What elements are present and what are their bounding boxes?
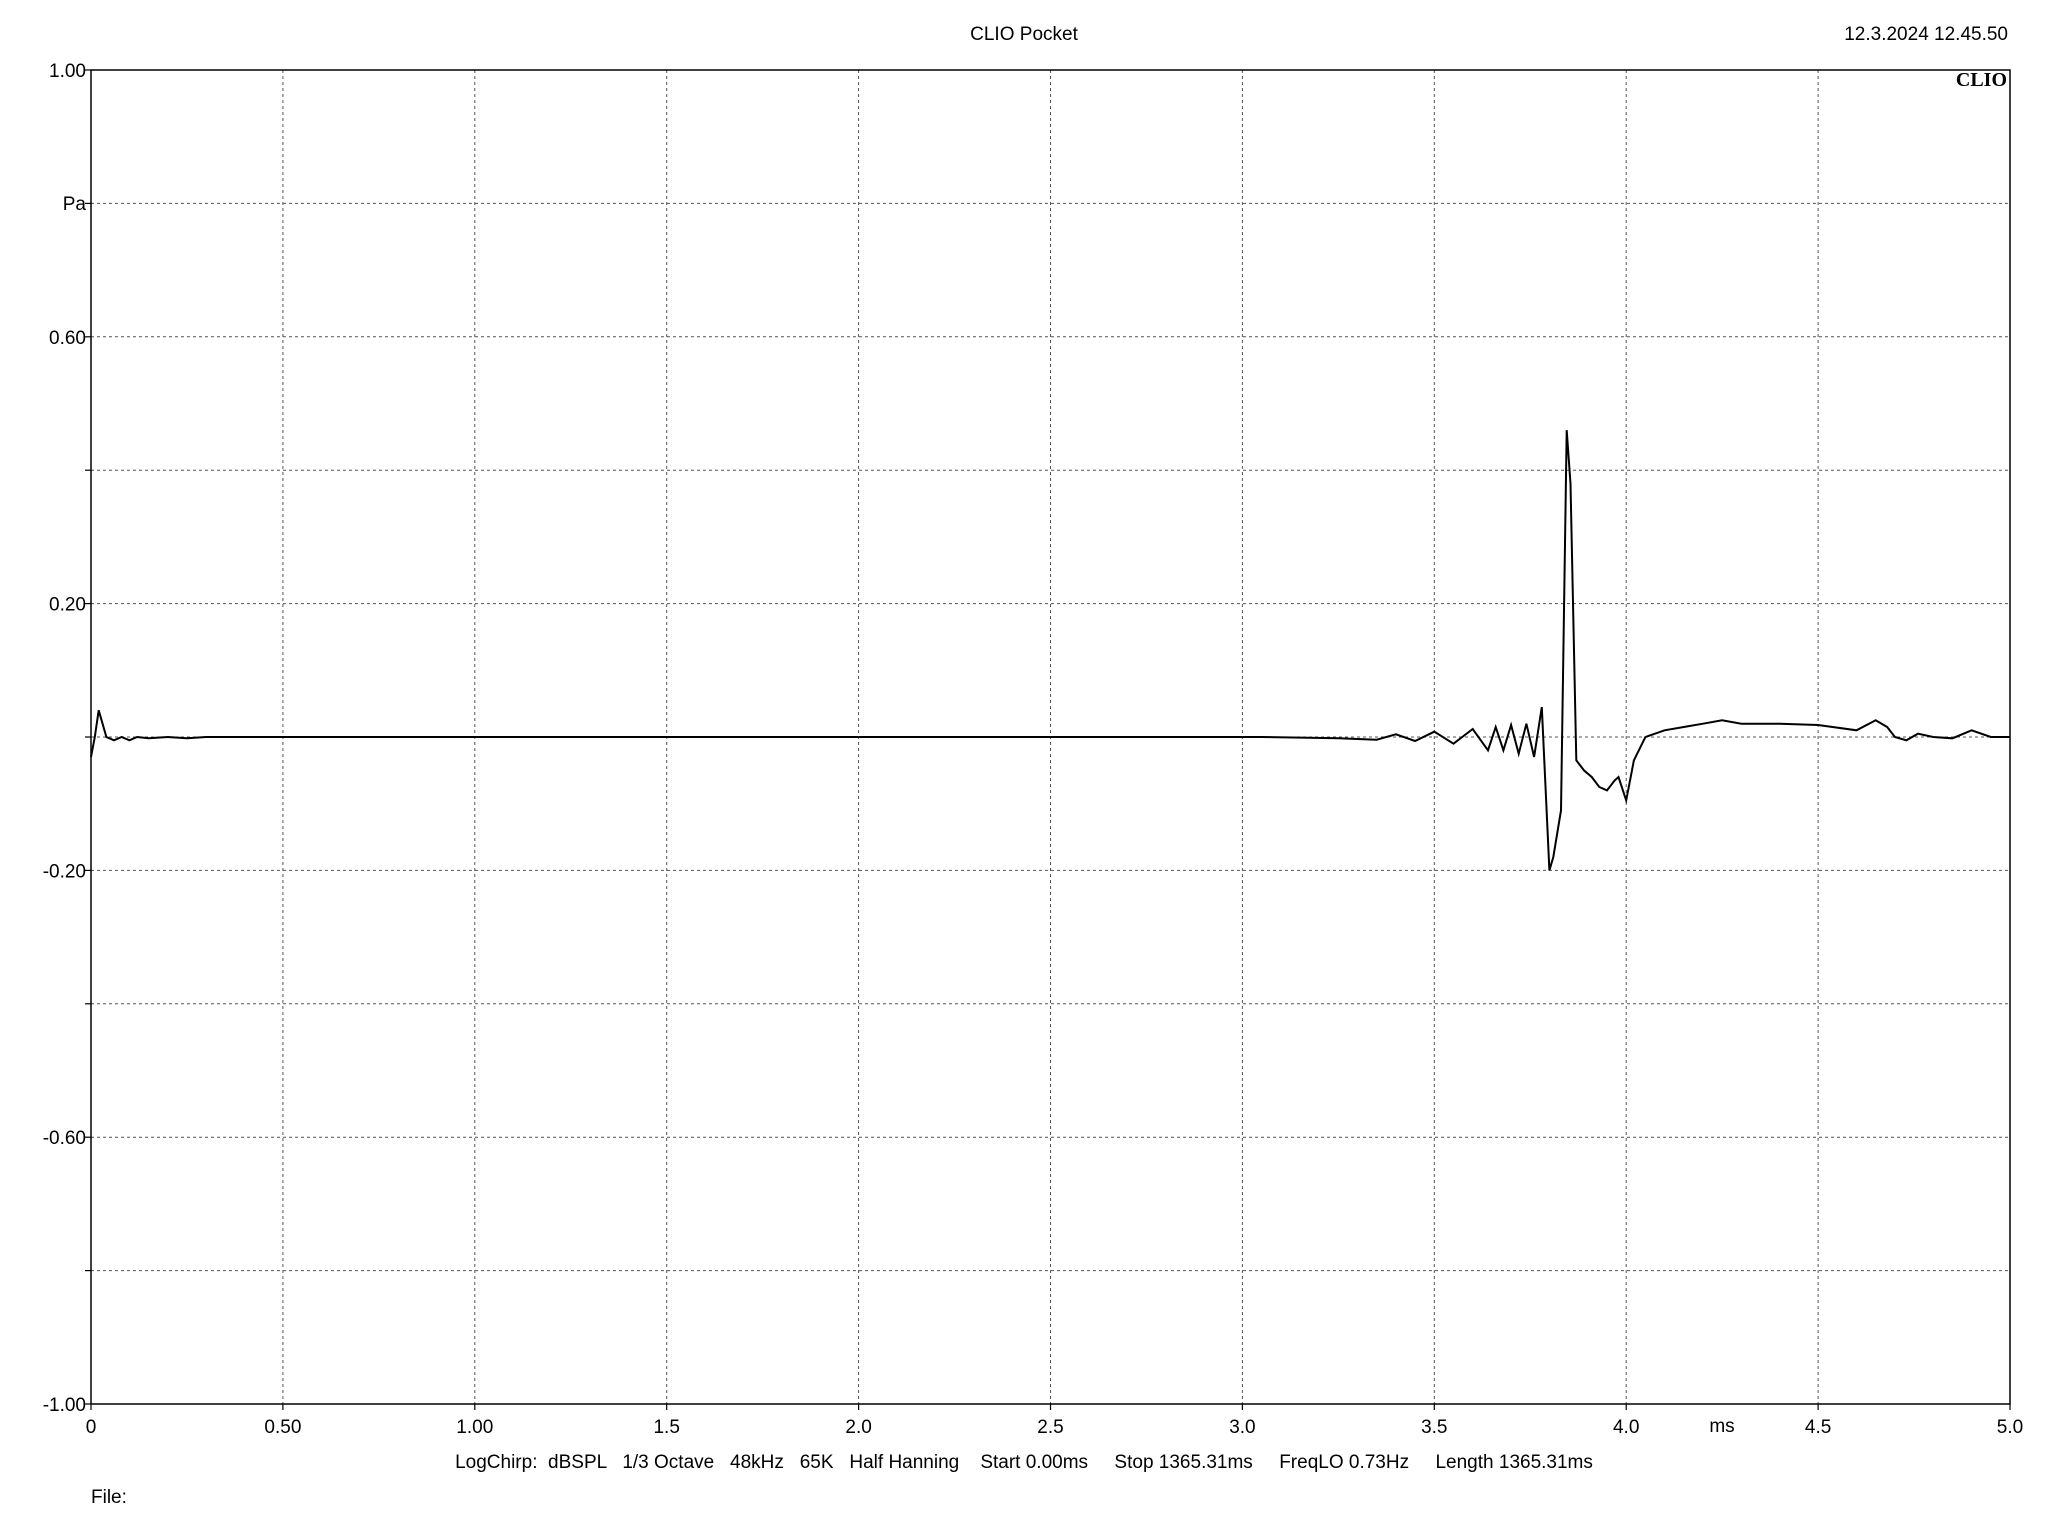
impulse-response-chart: 0 0.50 1.00 1.5 2.0 2.5 3.0 3.5 4.0 4.5 5.0 1.00 0.6… (43, 61, 2024, 1438)
y-tick-label: -0.20 (43, 861, 86, 882)
x-tick-label: 1.00 (456, 1417, 493, 1438)
x-tick-label: 4.0 (1613, 1417, 1639, 1438)
y-tick-label: 1.00 (49, 61, 86, 82)
x-tick-label: 2.5 (1037, 1417, 1063, 1438)
y-tick-label: 0.20 (49, 595, 86, 616)
y-tick-label: 0.60 (49, 328, 86, 349)
x-tick-label: 2.0 (845, 1417, 871, 1438)
x-tick-label: 4.5 (1805, 1417, 1831, 1438)
y-axis-unit: Pa (63, 194, 87, 215)
axis-ticks: 0 0.50 1.00 1.5 2.0 2.5 3.0 3.5 4.0 4.5 5.0 1.00 0.6… (43, 61, 2024, 1438)
measurement-parameters: LogChirp: dBSPL 1/3 Octave 48kHz 65K Hal… (455, 1452, 1593, 1473)
file-label: File: (91, 1487, 127, 1508)
y-tick-label: -1.00 (43, 1395, 86, 1416)
x-tick-label: 3.5 (1421, 1417, 1447, 1438)
x-tick-label: 0 (86, 1417, 97, 1438)
x-tick-label: 1.5 (653, 1417, 679, 1438)
x-tick-label: 3.0 (1229, 1417, 1255, 1438)
x-axis-unit: ms (1709, 1416, 1734, 1437)
x-tick-label: 0.50 (264, 1417, 301, 1438)
x-tick-label: 5.0 (1997, 1417, 2023, 1438)
y-tick-label: -0.60 (43, 1128, 86, 1149)
brand-logo: CLIO (1956, 69, 2007, 91)
